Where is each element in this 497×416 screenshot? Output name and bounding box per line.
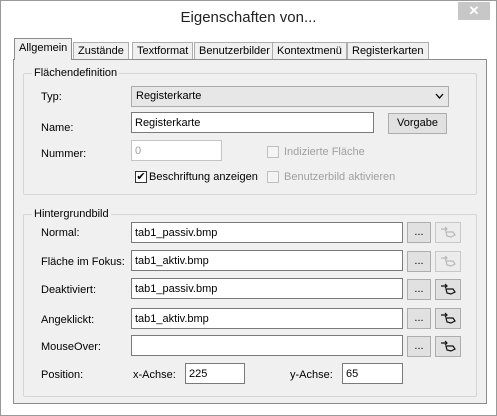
typ-label: Typ: (41, 91, 62, 103)
tab-textformat[interactable]: Textformat (132, 42, 194, 60)
name-label: Name: (41, 122, 74, 134)
tab-allgemein[interactable]: Allgemein (14, 38, 73, 60)
angeklickt-label: Angeklickt: (41, 314, 95, 326)
mouseover-input[interactable] (131, 335, 403, 356)
x-achse-label: x-Achse: (133, 369, 176, 381)
typ-select[interactable]: Registerkarte (131, 86, 449, 107)
cursor-pick-icon (440, 255, 456, 270)
fokus-pick-button[interactable] (435, 251, 461, 272)
indizierte-label: Indizierte Fläche (284, 146, 365, 158)
deaktiviert-pick-button[interactable] (435, 279, 461, 300)
typ-select-value: Registerkarte (136, 90, 202, 102)
beschriftung-label: Beschriftung anzeigen (149, 171, 258, 183)
mouseover-browse-button[interactable]: ... (407, 336, 431, 357)
deaktiviert-label: Deaktiviert: (41, 284, 97, 296)
nummer-label: Nummer: (41, 148, 87, 160)
mouseover-label: MouseOver: (41, 341, 101, 353)
tab-kontextmenue[interactable]: Kontextmenü (272, 42, 347, 60)
title-bar: Eigenschaften von... ✕ (1, 1, 496, 33)
group-title: Hintergrundbild (32, 208, 111, 220)
group-title: Flächendefinition (32, 67, 120, 79)
cursor-pick-icon (440, 226, 456, 241)
normal-browse-button[interactable]: ... (407, 222, 431, 243)
angeklickt-browse-button[interactable]: ... (407, 308, 431, 329)
beschriftung-checkbox[interactable]: ✔ (135, 171, 147, 183)
tab-benutzerbilder[interactable]: Benutzerbilder (194, 42, 275, 60)
deaktiviert-input[interactable]: tab1_passiv.bmp (131, 278, 403, 299)
deaktiviert-browse-button[interactable]: ... (407, 279, 431, 300)
name-input[interactable]: Registerkarte (131, 112, 374, 133)
indizierte-checkbox[interactable] (267, 146, 279, 158)
tab-zustaende[interactable]: Zustände (73, 42, 129, 60)
benutzerbild-checkbox[interactable] (267, 171, 279, 183)
cursor-pick-icon (440, 283, 456, 298)
y-achse-input[interactable]: 65 (342, 363, 403, 384)
tab-panel-allgemein: Flächendefinition Typ: Registerkarte Nam… (13, 59, 487, 404)
vorgabe-button[interactable]: Vorgabe (388, 113, 447, 134)
fokus-browse-button[interactable]: ... (407, 251, 431, 272)
normal-input[interactable]: tab1_passiv.bmp (131, 222, 403, 243)
close-button[interactable]: ✕ (458, 2, 490, 20)
cursor-pick-icon (440, 340, 456, 355)
normal-label: Normal: (41, 227, 80, 239)
position-label: Position: (41, 369, 84, 381)
cursor-pick-icon (440, 312, 456, 327)
fokus-input[interactable]: tab1_aktiv.bmp (131, 250, 403, 271)
fokus-label: Fläche im Fokus: (41, 256, 125, 268)
benutzerbild-label: Benutzerbild aktivieren (284, 171, 396, 183)
angeklickt-pick-button[interactable] (435, 308, 461, 329)
normal-pick-button[interactable] (435, 222, 461, 243)
angeklickt-input[interactable]: tab1_aktiv.bmp (131, 308, 403, 329)
properties-dialog: Eigenschaften von... ✕ Allgemein Zuständ… (0, 0, 497, 416)
chevron-down-icon (435, 87, 444, 113)
mouseover-pick-button[interactable] (435, 336, 461, 357)
nummer-input[interactable]: 0 (131, 140, 222, 161)
x-achse-input[interactable]: 225 (185, 363, 245, 384)
window-title: Eigenschaften von... (180, 9, 317, 26)
checkmark-icon: ✔ (136, 171, 146, 183)
y-achse-label: y-Achse: (290, 369, 333, 381)
tab-registerkarten[interactable]: Registerkarten (347, 42, 429, 60)
